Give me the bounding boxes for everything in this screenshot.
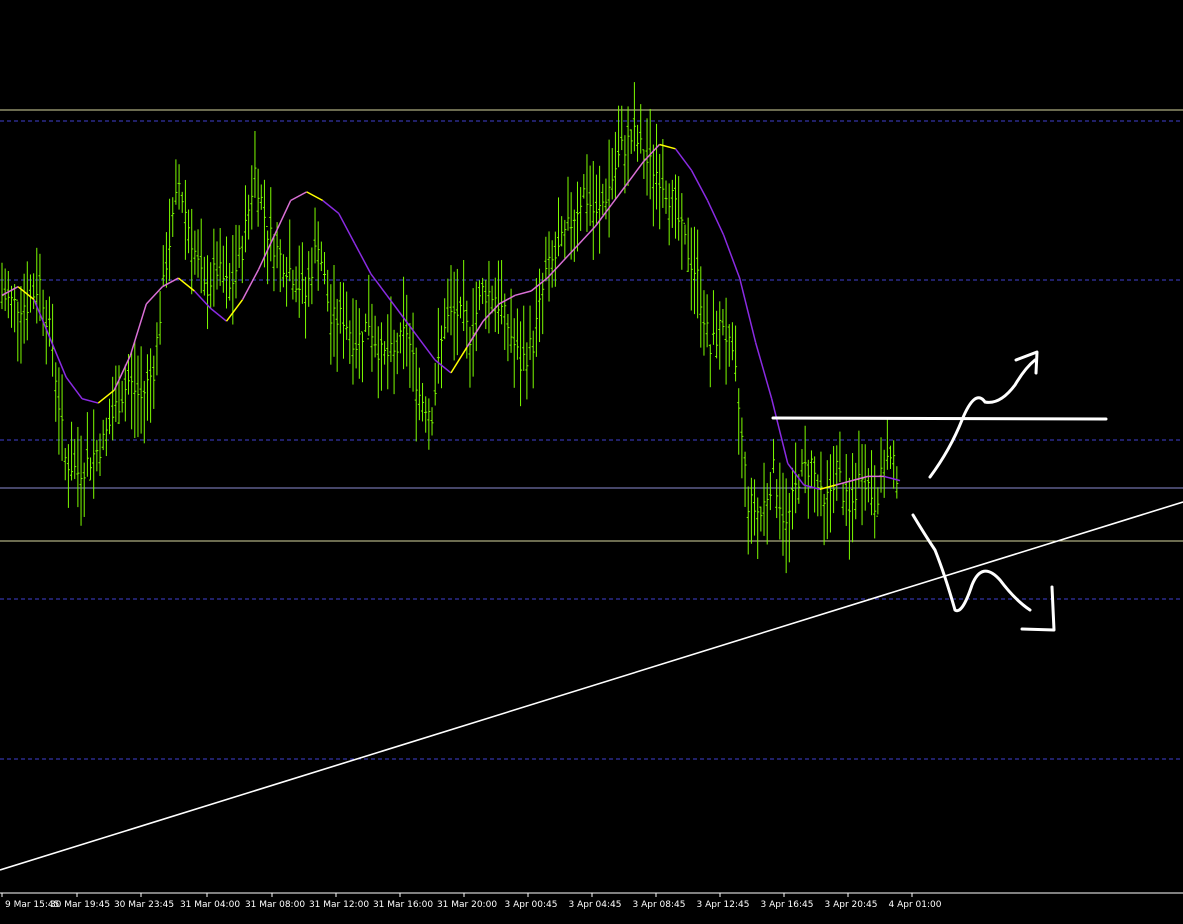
- ma-segment: [241, 269, 260, 300]
- time-tick-label: 3 Apr 04:45: [569, 900, 622, 910]
- drawing-annotations: [771, 350, 1108, 632]
- ma-segment: [883, 475, 901, 482]
- time-tick-label: 31 Mar 12:00: [309, 900, 369, 910]
- ma-segment: [338, 213, 356, 244]
- ma-segment: [97, 389, 115, 404]
- ma-segment: [306, 191, 324, 202]
- ma-segment: [466, 320, 484, 348]
- breakout-level-line: [771, 416, 1108, 421]
- ma-segment: [225, 299, 244, 322]
- chart-canvas: 9 Mar 15:4530 Mar 19:45 30 Mar 23:45 31 Ma…: [0, 82, 1183, 910]
- ma-segment: [642, 143, 661, 163]
- trendline: [0, 501, 1183, 871]
- ma-segment: [514, 290, 532, 297]
- time-tick-label: 30 Mar 19:45: [50, 900, 110, 910]
- ma-segment: [65, 376, 83, 400]
- time-tick-label: 31 Mar 08:00: [245, 900, 305, 910]
- ma-segment: [129, 303, 148, 356]
- ma-segment: [209, 307, 227, 322]
- ma-segment: [370, 273, 388, 296]
- time-tick-label: 30 Mar 23:45: [114, 900, 174, 910]
- time-axis: 9 Mar 15:4530 Mar 19:45 30 Mar 23:45 31 Ma…: [1, 893, 942, 910]
- ma-segment: [257, 234, 276, 270]
- time-tick-label: 4 Apr 01:00: [889, 900, 942, 910]
- ma-segment: [418, 337, 436, 361]
- trendline-layer: [0, 501, 1183, 871]
- ma-segment: [610, 182, 628, 206]
- time-tick-label: 3 Apr 16:45: [761, 900, 814, 910]
- ma-segment: [273, 200, 292, 236]
- time-tick-label: 31 Mar 16:00: [373, 900, 433, 910]
- ma-segment: [17, 286, 35, 301]
- ma-segment: [434, 359, 452, 374]
- time-tick-label: 31 Mar 04:00: [180, 900, 240, 910]
- ma-segment: [1, 286, 19, 296]
- ma-segment: [659, 143, 676, 150]
- bearish-scenario-arrow: [911, 513, 1032, 613]
- ma-segment: [322, 199, 340, 215]
- ma-segment: [626, 161, 645, 184]
- ma-segment: [690, 169, 709, 201]
- ma-segment: [162, 277, 179, 288]
- time-tick-label: 3 Apr 00:45: [505, 900, 558, 910]
- ma-segment: [754, 342, 773, 399]
- ma-segment: [770, 398, 789, 464]
- ma-segment: [290, 191, 308, 202]
- time-tick-label: 3 Apr 20:45: [825, 900, 878, 910]
- ma-segment: [193, 290, 212, 309]
- ma-segment: [81, 398, 99, 404]
- time-tick-label: 3 Apr 08:45: [633, 900, 686, 910]
- price-bars: [0, 82, 899, 574]
- time-tick-label: 31 Mar 20:00: [437, 900, 497, 910]
- ma-segment: [706, 200, 725, 236]
- ma-segment: [450, 346, 468, 374]
- ma-segment: [722, 234, 741, 279]
- price-chart: 9 Mar 15:45 30 Mar 19:45 30 Mar 23:45 31 Ma…: [0, 0, 1183, 924]
- ma-segment: [738, 277, 757, 343]
- time-tick-label: 3 Apr 12:45: [697, 900, 750, 910]
- ma-segment: [354, 243, 372, 275]
- ma-segment: [402, 316, 420, 339]
- ma-segment: [386, 294, 404, 318]
- ma-segment: [674, 148, 693, 171]
- level-lines: [0, 109, 1183, 760]
